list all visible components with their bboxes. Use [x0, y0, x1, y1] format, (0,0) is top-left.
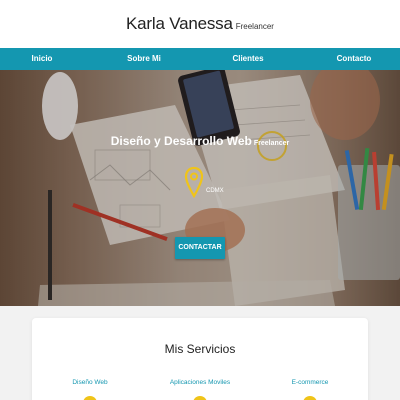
- map-pin-icon: [184, 166, 204, 199]
- main-nav: Inicio Sobre Mi Clientes Contacto: [0, 48, 400, 70]
- hero-title-main: Diseño y Desarrollo Web: [110, 134, 252, 148]
- nav-item-clientes[interactable]: Clientes: [228, 48, 268, 70]
- service-icon: [193, 396, 207, 400]
- service-item-diseno-web: Diseño Web: [72, 379, 108, 386]
- services-title: Mis Servicios: [164, 342, 236, 356]
- brand: Karla Vanessa Freelancer: [0, 14, 400, 34]
- location-label: CDMX: [206, 188, 224, 194]
- service-icon: [83, 396, 97, 400]
- hero-title-sub: Freelancer: [253, 140, 290, 147]
- nav-item-contacto[interactable]: Contacto: [332, 48, 376, 70]
- service-icon: [303, 396, 317, 400]
- hero-title: Diseño y Desarrollo Web Freelancer: [0, 132, 400, 150]
- service-item-aplicaciones-moviles: Aplicaciones Moviles: [169, 379, 231, 386]
- service-item-e-commerce: E-commerce: [291, 379, 329, 386]
- services-card: Mis Servicios Diseño Web Aplicaciones Mo…: [32, 318, 368, 400]
- site-header: Karla Vanessa Freelancer: [0, 0, 400, 48]
- contact-button[interactable]: CONTACTAR: [175, 237, 225, 259]
- brand-name: Karla Vanessa: [126, 14, 233, 33]
- nav-item-sobre-mi[interactable]: Sobre Mi: [120, 48, 168, 70]
- hero-banner: Diseño y Desarrollo Web Freelancer CDMX C…: [0, 70, 400, 306]
- brand-tagline: Freelancer: [235, 22, 274, 31]
- nav-item-inicio[interactable]: Inicio: [22, 48, 62, 70]
